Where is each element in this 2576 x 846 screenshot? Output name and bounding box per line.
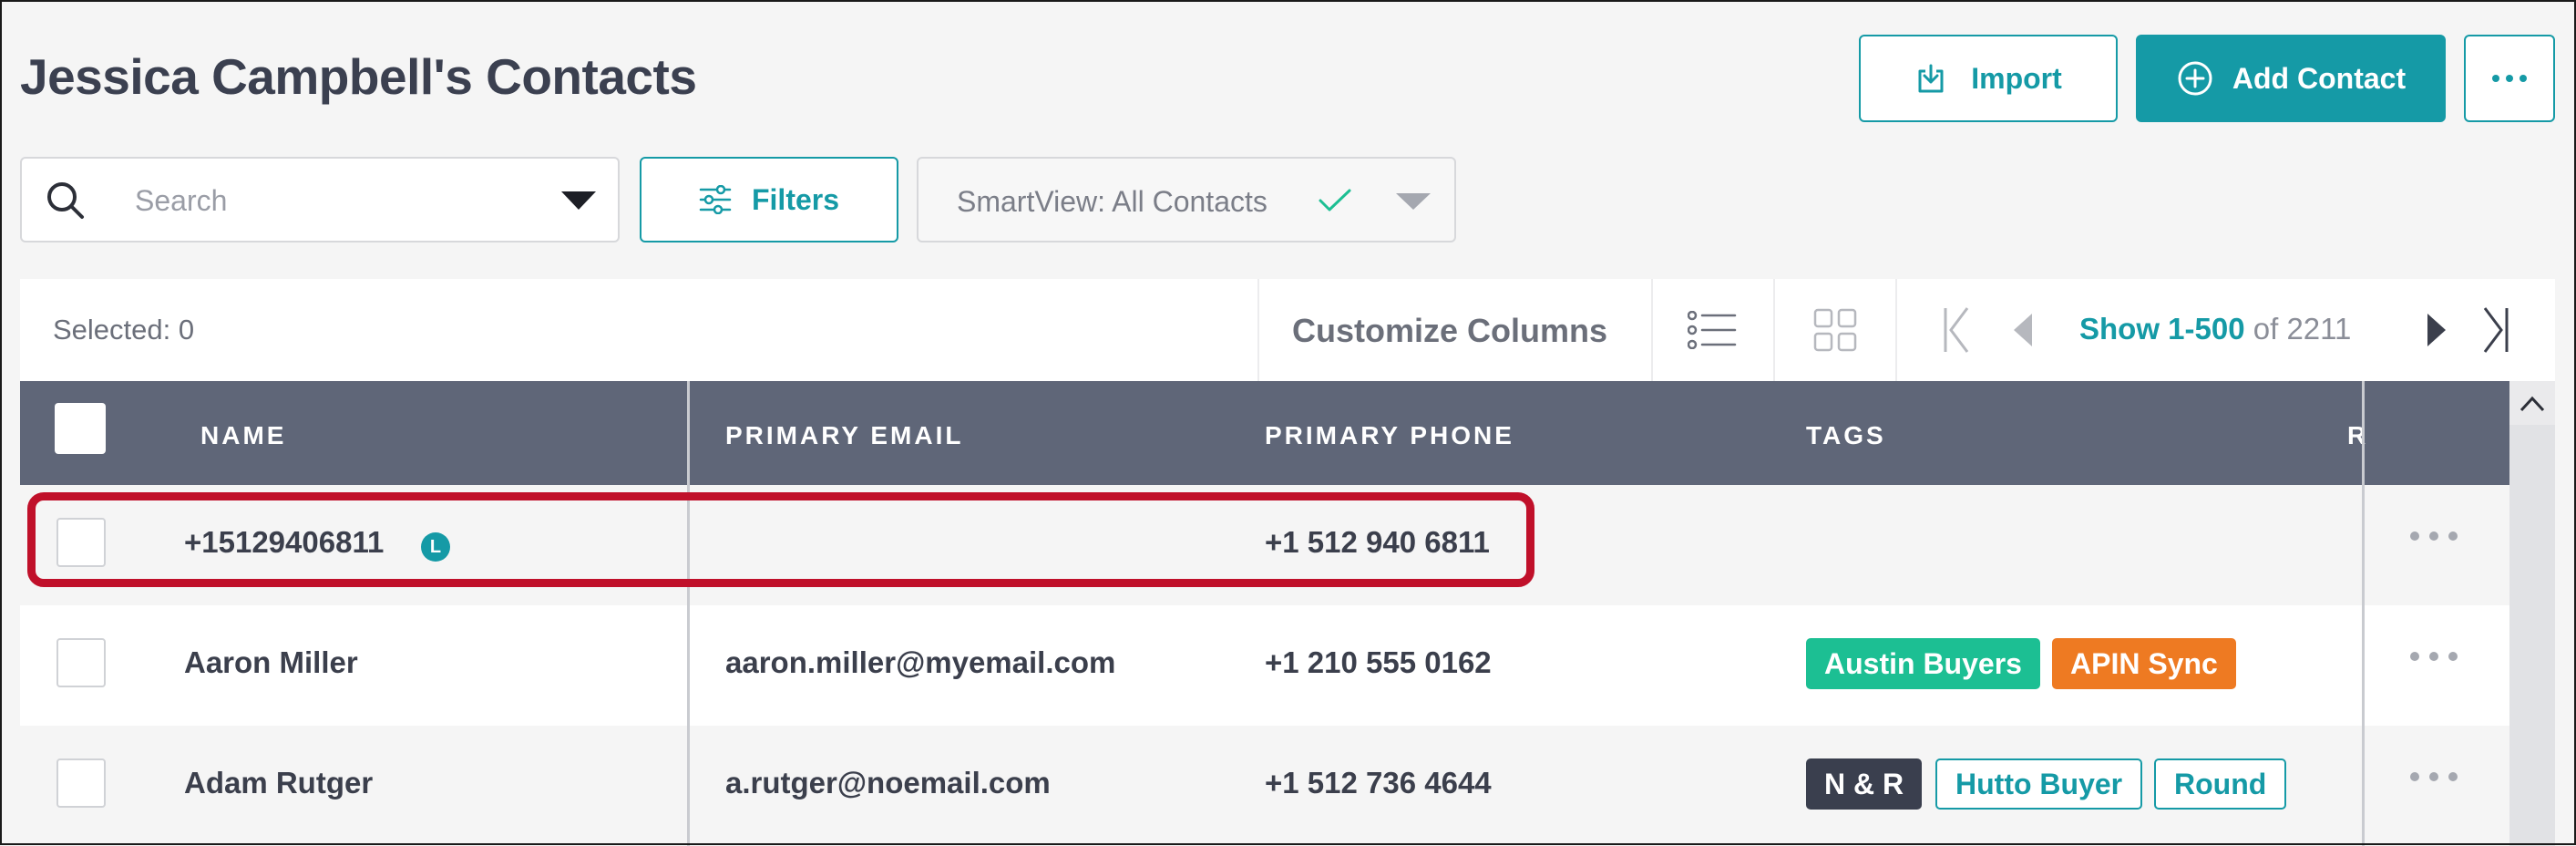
divider	[1773, 279, 1775, 381]
contact-phone[interactable]: +1 210 555 0162	[1265, 645, 1492, 680]
selected-count: Selected: 0	[53, 314, 195, 346]
column-header-truncated[interactable]: R	[2347, 421, 2368, 450]
add-contact-label: Add Contact	[2232, 61, 2407, 95]
tag-badge[interactable]: APIN Sync	[2052, 638, 2236, 689]
contact-phone[interactable]: +1 512 736 4644	[1265, 766, 1492, 800]
caret-down-icon	[1396, 193, 1431, 210]
select-all-checkbox[interactable]	[55, 403, 106, 454]
column-header-email[interactable]: PRIMARY EMAIL	[725, 421, 963, 450]
tag-badge[interactable]: Round	[2154, 758, 2287, 810]
column-header-phone[interactable]: PRIMARY PHONE	[1265, 421, 1514, 450]
search-placeholder: Search	[135, 184, 228, 217]
divider	[1651, 279, 1653, 381]
divider	[1257, 279, 1259, 381]
row-checkbox[interactable]	[56, 638, 106, 687]
download-icon	[1918, 64, 1944, 93]
table-header: NAME PRIMARY EMAIL PRIMARY PHONE TAGS R	[20, 381, 2509, 485]
import-label: Import	[1971, 61, 2062, 95]
page-title: Jessica Campbell's Contacts	[20, 48, 697, 105]
tag-badge[interactable]: N & R	[1806, 758, 1923, 810]
add-contact-button[interactable]: Add Contact	[2136, 35, 2446, 122]
grid-view-icon[interactable]	[1813, 308, 1857, 352]
filters-button[interactable]: Filters	[640, 157, 898, 242]
contact-name[interactable]: Aaron Miller	[184, 645, 358, 680]
scroll-up-icon[interactable]	[2520, 396, 2545, 412]
table-row[interactable]: Adam Rutger a.rutger@noemail.com +1 512 …	[20, 726, 2509, 846]
name-column-divider[interactable]	[687, 381, 690, 846]
customize-columns-button[interactable]: Customize Columns	[1292, 312, 1607, 350]
row-checkbox[interactable]	[56, 758, 106, 808]
filters-label: Filters	[751, 182, 840, 216]
sliders-icon	[699, 185, 732, 214]
list-view-icon[interactable]	[1688, 311, 1737, 349]
highlight-annotation	[27, 492, 1534, 587]
column-header-tags[interactable]: TAGS	[1806, 421, 1886, 450]
table-toolbar: Selected: 0 Customize Columns Show 1-500…	[20, 279, 2555, 381]
vertical-scrollbar[interactable]	[2509, 381, 2555, 846]
contact-name[interactable]: Adam Rutger	[184, 766, 373, 800]
import-button[interactable]: Import	[1859, 35, 2118, 122]
table-row[interactable]: Aaron Miller aaron.miller@myemail.com +1…	[20, 605, 2509, 726]
pagination-label: Show 1-500 of 2211	[2079, 312, 2351, 346]
search-icon	[47, 182, 84, 219]
next-page-icon[interactable]	[2426, 314, 2448, 346]
smartview-label: SmartView: All Contacts	[957, 185, 1267, 218]
divider	[1895, 279, 1897, 381]
tag-badge[interactable]: Hutto Buyer	[1935, 758, 2143, 810]
caret-down-icon[interactable]	[561, 191, 596, 212]
total-count: of 2211	[2253, 312, 2352, 346]
plus-circle-icon	[2178, 61, 2212, 96]
column-header-name[interactable]: NAME	[200, 421, 286, 450]
smartview-select[interactable]: SmartView: All Contacts	[917, 157, 1456, 242]
contact-email[interactable]: a.rutger@noemail.com	[725, 766, 1051, 800]
row-more-icon[interactable]	[2409, 771, 2458, 782]
tag-badge[interactable]: Austin Buyers	[1806, 638, 2040, 689]
actions-column-divider	[2362, 381, 2365, 846]
prev-page-icon[interactable]	[2012, 314, 2034, 346]
show-range: Show 1-500	[2079, 312, 2245, 346]
last-page-icon[interactable]	[2482, 306, 2509, 354]
first-page-icon[interactable]	[1943, 306, 1970, 354]
row-more-icon[interactable]	[2409, 531, 2458, 542]
search-input[interactable]: Search	[20, 157, 620, 242]
tag-overflow-clip: Round	[2154, 758, 2300, 810]
more-actions-button[interactable]	[2464, 35, 2555, 122]
row-more-icon[interactable]	[2409, 651, 2458, 662]
more-icon	[2492, 75, 2527, 82]
contact-email[interactable]: aaron.miller@myemail.com	[725, 645, 1115, 680]
check-icon	[1319, 189, 1351, 212]
scroll-track[interactable]	[2509, 425, 2555, 846]
